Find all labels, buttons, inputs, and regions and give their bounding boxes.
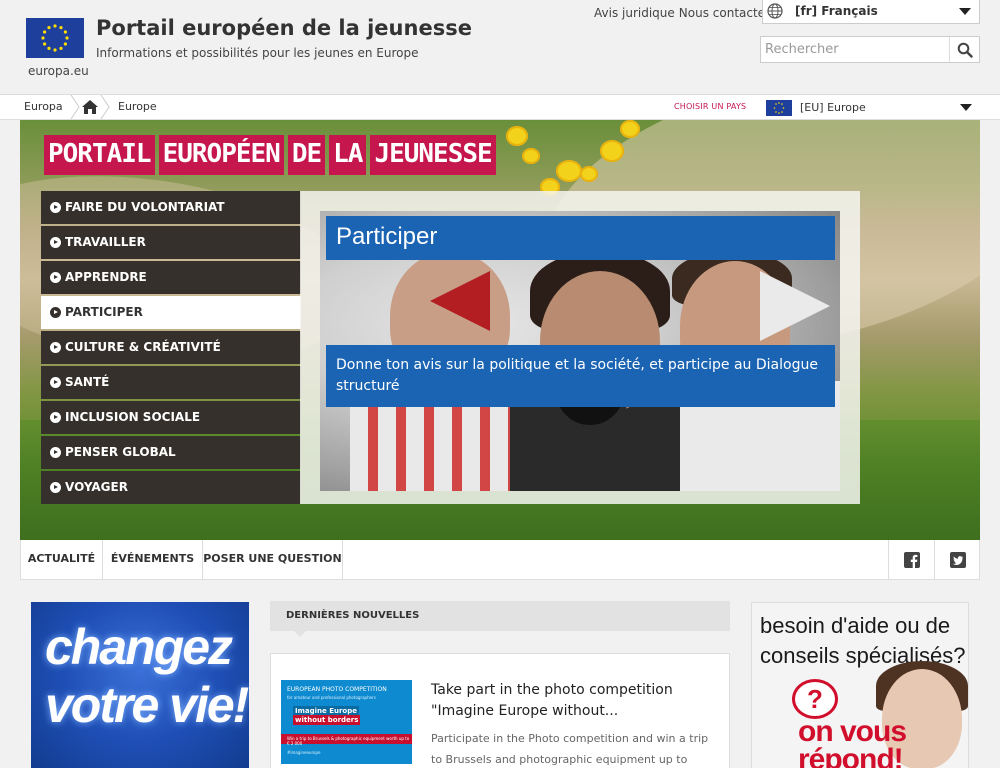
changez-votre-vie-promo[interactable]: changez votre vie! <box>31 602 249 768</box>
question-mark-icon: ? <box>792 679 838 719</box>
menu-item-label: FAIRE DU VOLONTARIAT <box>65 200 225 214</box>
home-icon[interactable] <box>82 99 98 115</box>
promo-line: votre vie! <box>45 677 249 733</box>
globe-icon <box>767 3 783 19</box>
thumb-text: EUROPEAN PHOTO COMPETITION <box>287 686 387 693</box>
chevron-down-icon <box>960 104 972 111</box>
promo-answer: répond! <box>798 743 904 768</box>
arrow-bullet-icon <box>50 342 61 353</box>
site-header: europa.eu Portail européen de la jeuness… <box>0 0 1000 94</box>
menu-item-volontariat[interactable]: FAIRE DU VOLONTARIAT <box>41 191 301 224</box>
menu-item-travailler[interactable]: TRAVAILLER <box>41 226 301 259</box>
facebook-button[interactable] <box>888 540 934 579</box>
menu-item-sante[interactable]: SANTÉ <box>41 366 301 399</box>
thumb-text: for amateur and professional photographe… <box>287 695 376 700</box>
thumb-text: without borders <box>293 715 361 725</box>
menu-item-label: CULTURE & CRÉATIVITÉ <box>65 340 221 354</box>
news-item[interactable]: EUROPEAN PHOTO COMPETITION for amateur a… <box>270 653 730 768</box>
site-title[interactable]: Portail européen de la jeunesse <box>96 16 472 40</box>
panel-title[interactable]: Participer <box>326 216 835 260</box>
breadcrumb-europe[interactable]: Europe <box>118 100 157 113</box>
panel-description[interactable]: Donne ton avis sur la politique et la so… <box>326 345 835 407</box>
banner-word: DE <box>287 135 326 175</box>
menu-item-culture[interactable]: CULTURE & CRÉATIVITÉ <box>41 331 301 364</box>
arrow-bullet-icon <box>50 412 61 423</box>
legal-notice-link[interactable]: Avis juridique <box>594 6 675 20</box>
portal-banner-title: PORTAIL EUROPÉEN DE LA JEUNESSE <box>44 135 496 175</box>
thumb-text: #imagineeurope <box>287 750 321 755</box>
arrow-bullet-icon <box>50 447 61 458</box>
breadcrumb: Europa Europe CHOISIR UN PAYS [EU] Europ… <box>0 94 1000 120</box>
banner-word: PORTAIL <box>44 135 155 175</box>
twitter-button[interactable] <box>934 540 980 579</box>
tab-evenements[interactable]: ÉVÉNEMENTS <box>103 540 203 579</box>
tab-actualite[interactable]: ACTUALITÉ <box>21 540 103 579</box>
banner-word: EUROPÉEN <box>158 135 284 175</box>
language-value: [fr] Français <box>795 4 878 18</box>
chevron-down-icon <box>959 8 971 15</box>
language-select[interactable]: [fr] Français <box>762 0 980 24</box>
menu-item-label: TRAVAILLER <box>65 235 146 249</box>
flower-decoration <box>556 160 582 182</box>
choose-country-label: CHOISIR UN PAYS <box>674 102 747 111</box>
arrow-bullet-icon <box>50 237 61 248</box>
twitter-icon <box>950 552 966 568</box>
help-advice-promo[interactable]: besoin d'aide ou de conseils spécialisés?… <box>751 602 969 768</box>
flower-decoration <box>620 120 640 138</box>
menu-item-label: APPRENDRE <box>65 270 147 284</box>
content-tabs: ACTUALITÉ ÉVÉNEMENTS POSER UNE QUESTION <box>20 540 980 580</box>
eu-flag-icon <box>766 100 792 116</box>
arrow-bullet-icon <box>50 307 61 318</box>
arrow-bullet-icon <box>50 272 61 283</box>
news-title[interactable]: Take part in the photo competition "Imag… <box>431 680 721 722</box>
thumb-text: Win a trip to Brussels & photographic eq… <box>287 736 410 746</box>
banner-word: LA <box>329 135 367 175</box>
flower-decoration <box>580 166 598 182</box>
menu-item-apprendre[interactable]: APPRENDRE <box>41 261 301 294</box>
latest-news-heading: DERNIÈRES NOUVELLES <box>270 601 730 637</box>
megaphone-icon <box>760 271 830 341</box>
menu-item-label: VOYAGER <box>65 480 128 494</box>
menu-item-penser-global[interactable]: PENSER GLOBAL <box>41 436 301 469</box>
search-button[interactable] <box>949 37 979 62</box>
arrow-bullet-icon <box>50 202 61 213</box>
menu-item-label: PENSER GLOBAL <box>65 445 176 459</box>
facebook-icon <box>904 552 920 568</box>
country-select[interactable]: [EU] Europe <box>762 96 980 120</box>
search-input[interactable] <box>761 37 941 62</box>
menu-item-label: PARTICIPER <box>65 305 143 319</box>
menu-item-label: SANTÉ <box>65 375 110 389</box>
hero-banner: PORTAIL EUROPÉEN DE LA JEUNESSE FAIRE DU… <box>20 120 980 540</box>
news-excerpt: Participate in the Photo competition and… <box>431 732 709 766</box>
europa-eu-label[interactable]: europa.eu <box>28 64 89 78</box>
country-value: [EU] Europe <box>800 101 866 114</box>
eu-flag-logo[interactable] <box>26 18 84 58</box>
search-icon <box>957 42 973 58</box>
flower-decoration <box>600 140 624 162</box>
flower-decoration <box>506 126 528 146</box>
banner-word: JEUNESSE <box>370 135 496 175</box>
menu-item-participer[interactable]: PARTICIPER <box>41 296 301 329</box>
megaphone-icon <box>430 271 490 331</box>
thumb-bar: Win a trip to Brussels & photographic eq… <box>281 734 412 746</box>
site-subtitle: Informations et possibilités pour les je… <box>96 46 419 60</box>
menu-item-label: INCLUSION SOCIALE <box>65 410 201 424</box>
news-thumbnail[interactable]: EUROPEAN PHOTO COMPETITION for amateur a… <box>281 680 412 764</box>
arrow-bullet-icon <box>50 482 61 493</box>
breadcrumb-separator-icon <box>100 95 110 119</box>
flower-decoration <box>522 148 540 164</box>
search-box <box>760 36 980 63</box>
tab-poser-question[interactable]: POSER UNE QUESTION <box>203 540 343 579</box>
menu-item-inclusion[interactable]: INCLUSION SOCIALE <box>41 401 301 434</box>
breadcrumb-separator-icon <box>70 95 80 119</box>
featured-panel: Participer Donne ton avis sur la politiq… <box>300 191 860 504</box>
promo-line: changez <box>45 619 233 675</box>
promo-question-line: besoin d'aide ou de <box>760 613 951 638</box>
topic-menu: FAIRE DU VOLONTARIAT TRAVAILLER APPRENDR… <box>41 191 301 506</box>
menu-item-voyager[interactable]: VOYAGER <box>41 471 301 504</box>
top-links: Avis juridique Nous contacter <box>594 6 774 20</box>
contact-link[interactable]: Nous contacter <box>679 6 770 20</box>
breadcrumb-europa[interactable]: Europa <box>24 100 63 113</box>
arrow-bullet-icon <box>50 377 61 388</box>
